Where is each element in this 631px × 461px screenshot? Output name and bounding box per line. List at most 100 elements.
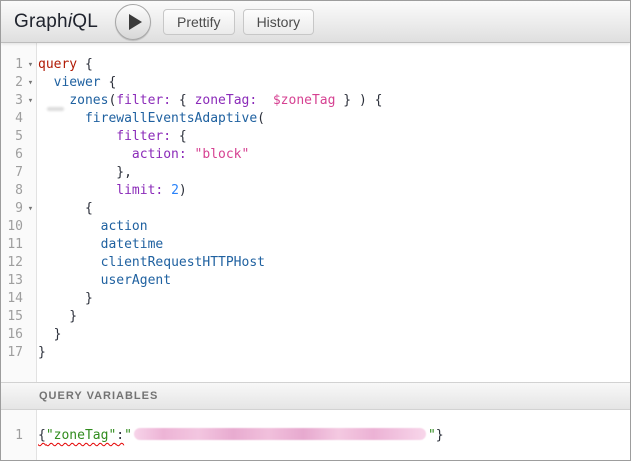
code-token: { bbox=[171, 93, 194, 108]
fold-gutter-spacer bbox=[23, 290, 38, 308]
code-content: action: "block" bbox=[38, 146, 249, 164]
line-number: 12 bbox=[1, 254, 23, 272]
code-content: {"zoneTag":""} bbox=[38, 427, 444, 445]
code-token bbox=[38, 273, 101, 288]
query-editor[interactable]: 1▾query {2▾ viewer {3▾ zones(filter: { z… bbox=[1, 43, 630, 382]
fold-arrow-icon[interactable]: ▾ bbox=[23, 200, 38, 218]
code-content: }, bbox=[38, 164, 132, 182]
fold-gutter-spacer bbox=[23, 254, 38, 272]
code-token: viewer bbox=[54, 75, 101, 90]
query-variables-editor[interactable]: 1{"zoneTag":""} bbox=[1, 410, 630, 460]
code-token: limit: bbox=[116, 183, 163, 198]
code-token: } bbox=[38, 291, 93, 306]
execute-query-button[interactable] bbox=[115, 4, 151, 40]
code-line[interactable]: 8 limit: 2) bbox=[1, 182, 630, 200]
fold-gutter-spacer bbox=[23, 308, 38, 326]
code-line[interactable]: 1▾query { bbox=[1, 56, 630, 74]
fold-gutter-spacer bbox=[23, 344, 38, 362]
code-line[interactable]: 4 firewallEventsAdaptive( bbox=[1, 110, 630, 128]
query-variables-title: QUERY VARIABLES bbox=[39, 390, 158, 402]
line-number: 1 bbox=[1, 56, 23, 74]
code-token bbox=[38, 183, 116, 198]
code-token: ) bbox=[179, 183, 187, 198]
line-number: 15 bbox=[1, 308, 23, 326]
code-line[interactable]: 2▾ viewer { bbox=[1, 74, 630, 92]
code-token: action: bbox=[132, 147, 187, 162]
code-line[interactable]: 17} bbox=[1, 344, 630, 362]
line-number: 16 bbox=[1, 326, 23, 344]
code-token bbox=[163, 183, 171, 198]
fold-gutter-spacer bbox=[23, 218, 38, 236]
code-token: "zoneTag" bbox=[46, 428, 116, 443]
line-number: 3 bbox=[1, 92, 23, 110]
code-line[interactable]: 15 } bbox=[1, 308, 630, 326]
code-content: } bbox=[38, 290, 93, 308]
code-line[interactable]: 14 } bbox=[1, 290, 630, 308]
logo-text-ql: QL bbox=[72, 11, 98, 32]
code-content: action bbox=[38, 218, 148, 236]
fold-arrow-icon[interactable]: ▾ bbox=[23, 74, 38, 92]
code-line[interactable]: 10 action bbox=[1, 218, 630, 236]
code-token: } bbox=[38, 309, 77, 324]
line-number: 5 bbox=[1, 128, 23, 146]
code-line[interactable]: 13 userAgent bbox=[1, 272, 630, 290]
redaction-smudge bbox=[47, 107, 64, 111]
code-line[interactable]: 9▾ { bbox=[1, 200, 630, 218]
editor-lines: 1▾query {2▾ viewer {3▾ zones(filter: { z… bbox=[1, 43, 630, 362]
code-line[interactable]: 3▾ zones(filter: { zoneTag: $zoneTag } )… bbox=[1, 92, 630, 110]
code-token: : bbox=[116, 428, 124, 443]
fold-gutter-spacer bbox=[23, 164, 38, 182]
line-number: 8 bbox=[1, 182, 23, 200]
code-token: 2 bbox=[171, 183, 179, 198]
fold-arrow-icon[interactable]: ▾ bbox=[23, 92, 38, 110]
line-number: 2 bbox=[1, 74, 23, 92]
code-content: query { bbox=[38, 56, 93, 74]
line-number: 6 bbox=[1, 146, 23, 164]
query-variables-header[interactable]: QUERY VARIABLES bbox=[1, 382, 630, 410]
line-number: 4 bbox=[1, 110, 23, 128]
code-content: viewer { bbox=[38, 74, 116, 92]
code-token: " bbox=[124, 428, 132, 443]
code-content: datetime bbox=[38, 236, 163, 254]
code-token: action bbox=[101, 219, 148, 234]
fold-gutter-spacer bbox=[23, 128, 38, 146]
code-token: firewallEventsAdaptive bbox=[85, 111, 257, 126]
code-token: } ) { bbox=[335, 93, 382, 108]
fold-gutter-spacer bbox=[23, 110, 38, 128]
code-token: } bbox=[38, 345, 46, 360]
play-icon bbox=[129, 14, 142, 30]
history-button[interactable]: History bbox=[243, 9, 315, 35]
line-number: 10 bbox=[1, 218, 23, 236]
code-line[interactable]: 16 } bbox=[1, 326, 630, 344]
code-line[interactable]: 7 }, bbox=[1, 164, 630, 182]
logo-text-graph: Graph bbox=[14, 11, 68, 32]
code-line[interactable]: 1{"zoneTag":""} bbox=[1, 427, 630, 445]
code-token: } bbox=[38, 327, 61, 342]
code-content: { bbox=[38, 200, 93, 218]
code-token: "block" bbox=[195, 147, 250, 162]
code-line[interactable]: 11 datetime bbox=[1, 236, 630, 254]
code-line[interactable]: 6 action: "block" bbox=[1, 146, 630, 164]
code-token: { bbox=[38, 428, 46, 443]
code-content: zones(filter: { zoneTag: $zoneTag } ) { bbox=[38, 92, 382, 110]
code-token: ( bbox=[257, 111, 265, 126]
code-token bbox=[38, 111, 85, 126]
fold-arrow-icon[interactable]: ▾ bbox=[23, 56, 38, 74]
fold-gutter-spacer bbox=[23, 182, 38, 200]
code-line[interactable]: 5 filter: { bbox=[1, 128, 630, 146]
code-token: filter: bbox=[116, 93, 171, 108]
code-token bbox=[257, 93, 273, 108]
code-line[interactable]: 12 clientRequestHTTPHost bbox=[1, 254, 630, 272]
graphiql-logo: GraphiQL bbox=[14, 11, 98, 33]
code-content: filter: { bbox=[38, 128, 187, 146]
code-token bbox=[187, 147, 195, 162]
code-token bbox=[38, 129, 116, 144]
code-token: " bbox=[428, 428, 436, 443]
code-token: filter: bbox=[116, 129, 171, 144]
code-token bbox=[38, 219, 101, 234]
prettify-button[interactable]: Prettify bbox=[163, 9, 235, 35]
line-number: 13 bbox=[1, 272, 23, 290]
code-token: datetime bbox=[101, 237, 164, 252]
line-number: 9 bbox=[1, 200, 23, 218]
code-content: } bbox=[38, 308, 77, 326]
